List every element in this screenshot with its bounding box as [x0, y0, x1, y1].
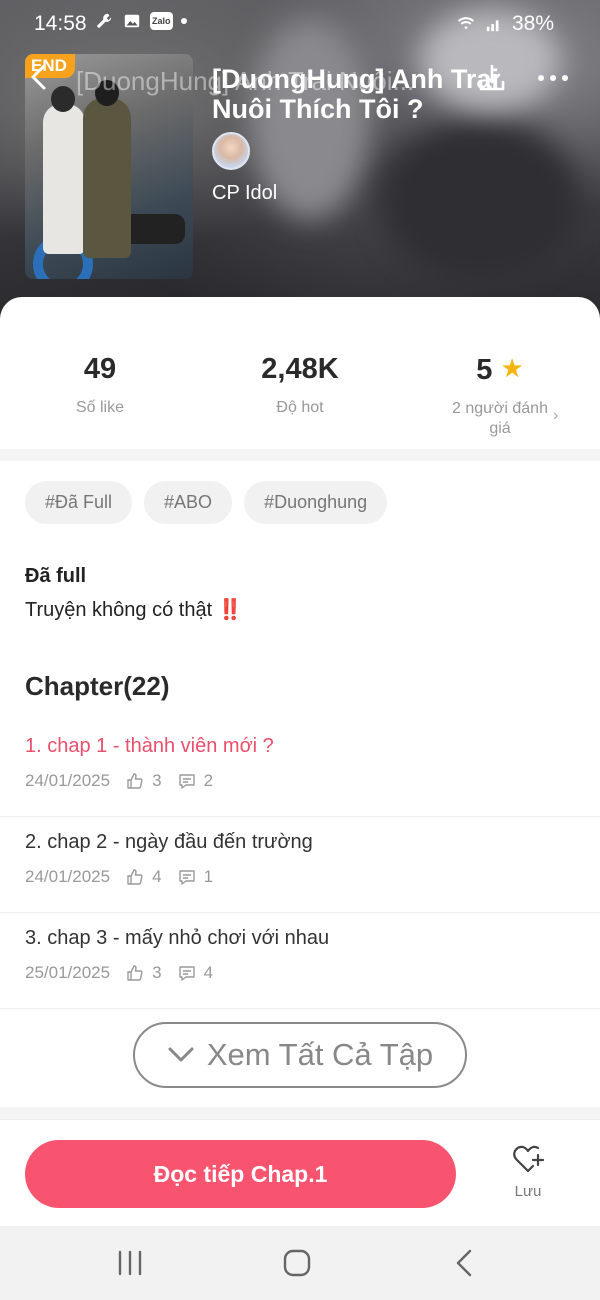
status-time: 14:58 [34, 12, 87, 35]
tag-chip[interactable]: #Duonghung [244, 481, 388, 524]
star-icon: ★ [500, 353, 524, 383]
story-stats: 49 Số like 2,48K Độ hot 5 ★ 2 người đánh… [0, 297, 600, 447]
rating-score: 5 [476, 354, 493, 386]
divider [0, 1107, 600, 1119]
chapter-meta: 24/01/2025 3 2 [25, 771, 213, 791]
home-icon[interactable] [277, 1246, 317, 1280]
chapter-comments: 1 [203, 867, 214, 886]
rating-value: 5 ★ [400, 353, 600, 387]
tag-list: #Đã Full #ABO #Duonghung [25, 481, 388, 524]
more-dot [550, 75, 556, 81]
see-all-chapters-button[interactable]: Xem Tất Cả Tập [133, 1022, 467, 1088]
chapter-likes: 3 [152, 963, 162, 982]
chapter-item[interactable]: 3. chap 3 - mấy nhỏ chơi với nhau 25/01/… [0, 913, 600, 1009]
author-name[interactable]: CP Idol [212, 182, 277, 205]
signal-icon [486, 20, 499, 32]
chapter-list: 1. chap 1 - thành viên mới ? 24/01/2025 … [0, 721, 600, 1009]
divider [0, 449, 600, 461]
zalo-icon: Zalo [150, 12, 173, 30]
chapter-item[interactable]: 1. chap 1 - thành viên mới ? 24/01/2025 … [0, 721, 600, 817]
save-button[interactable]: Lưu [500, 1144, 556, 1200]
story-header: 14:58 Zalo 38% END [DuongHung] Anh Trai … [0, 0, 600, 330]
description-title: Đã full [25, 565, 87, 587]
system-status: 38% [456, 12, 554, 36]
notification-icons: Zalo [94, 12, 187, 30]
chapter-meta: 24/01/2025 4 1 [25, 867, 213, 887]
chapter-heading: Chapter(22) [25, 671, 170, 701]
stat-hot: 2,48K Độ hot [200, 353, 400, 418]
comment-icon [178, 870, 195, 885]
exclamation-emoji: ‼️ [217, 599, 243, 621]
tag-chip[interactable]: #ABO [144, 481, 233, 524]
more-dot [562, 75, 568, 81]
hot-count: 2,48K [261, 353, 339, 385]
chapter-comments: 2 [203, 771, 214, 790]
comment-icon [178, 966, 195, 981]
story-detail-sheet: 49 Số like 2,48K Độ hot 5 ★ 2 người đánh… [0, 297, 600, 1300]
chapter-likes: 3 [152, 771, 162, 790]
bottom-action-bar: Đọc tiếp Chap.1 Lưu [0, 1119, 600, 1223]
more-dot [538, 75, 544, 81]
save-label: Lưu [514, 1183, 542, 1200]
comment-icon [178, 774, 195, 789]
wrench-icon [96, 13, 112, 29]
chevron-right-icon[interactable]: › [553, 407, 558, 425]
likes-count: 49 [83, 353, 117, 385]
download-icon[interactable] [476, 62, 508, 94]
cover-art [51, 86, 75, 112]
back-arrow-icon[interactable] [26, 62, 52, 92]
continue-reading-button[interactable]: Đọc tiếp Chap.1 [25, 1140, 456, 1208]
chapter-meta: 25/01/2025 3 4 [25, 963, 213, 983]
rating-label: 2 người đánh giá [452, 400, 548, 437]
tag-chip[interactable]: #Đã Full [25, 481, 133, 524]
chapter-item[interactable]: 2. chap 2 - ngày đầu đến trường 24/01/20… [0, 817, 600, 913]
cover-art [83, 98, 131, 258]
status-bar: 14:58 Zalo 38% [0, 0, 600, 46]
thumbs-up-icon [127, 869, 143, 885]
stat-likes: 49 Số like [0, 353, 200, 418]
recent-apps-icon[interactable] [110, 1246, 150, 1280]
likes-label: Số like [75, 399, 125, 416]
cover-art [43, 104, 85, 254]
chapter-title: 3. chap 3 - mấy nhỏ chơi với nhau [25, 927, 330, 949]
chapter-likes: 4 [152, 867, 162, 886]
see-all-label: Xem Tất Cả Tập [206, 1037, 434, 1072]
story-title: [DuongHung] Anh Trai Nuôi Thích Tôi ? [212, 64, 499, 124]
chapter-date: 24/01/2025 [25, 867, 111, 886]
author-avatar[interactable] [212, 132, 250, 170]
chapter-title: 2. chap 2 - ngày đầu đến trường [25, 831, 313, 853]
system-navigation-bar [0, 1226, 600, 1300]
stat-rating[interactable]: 5 ★ 2 người đánh giá [400, 353, 600, 439]
battery-percent: 38% [511, 12, 554, 35]
background-blur [380, 120, 580, 280]
chapter-date: 25/01/2025 [25, 963, 111, 982]
thumbs-up-icon [127, 965, 143, 981]
description-body: Truyện không có thật [25, 599, 213, 621]
wifi-icon [457, 17, 475, 30]
chapter-comments: 4 [203, 963, 214, 982]
more-options-icon[interactable] [538, 66, 574, 90]
description-text: Truyện không có thật ‼️ [25, 597, 243, 622]
thumbs-up-icon [127, 773, 143, 789]
back-icon[interactable] [446, 1246, 486, 1280]
chevron-down-icon [168, 1047, 194, 1062]
image-icon [124, 14, 140, 28]
chapter-title: 1. chap 1 - thành viên mới ? [25, 735, 274, 757]
heart-plus-icon [513, 1145, 545, 1173]
chapter-date: 24/01/2025 [25, 771, 111, 790]
hot-label: Độ hot [276, 399, 324, 416]
more-notifications-dot [180, 18, 187, 24]
